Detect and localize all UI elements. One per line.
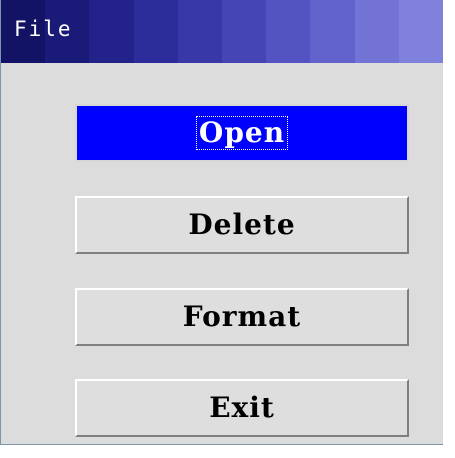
format-button[interactable]: Format — [75, 288, 409, 346]
exit-button-label: Exit — [209, 390, 275, 424]
open-button[interactable]: Open — [75, 104, 409, 162]
exit-button[interactable]: Exit — [75, 379, 409, 437]
file-menu-dialog: File Open Delete Format Exit — [0, 0, 443, 445]
delete-button-label: Delete — [188, 207, 296, 241]
open-button-label: Open — [195, 115, 289, 151]
menu-button-list: Open Delete Format Exit — [1, 0, 443, 444]
delete-button[interactable]: Delete — [75, 196, 409, 254]
format-button-label: Format — [182, 299, 302, 333]
